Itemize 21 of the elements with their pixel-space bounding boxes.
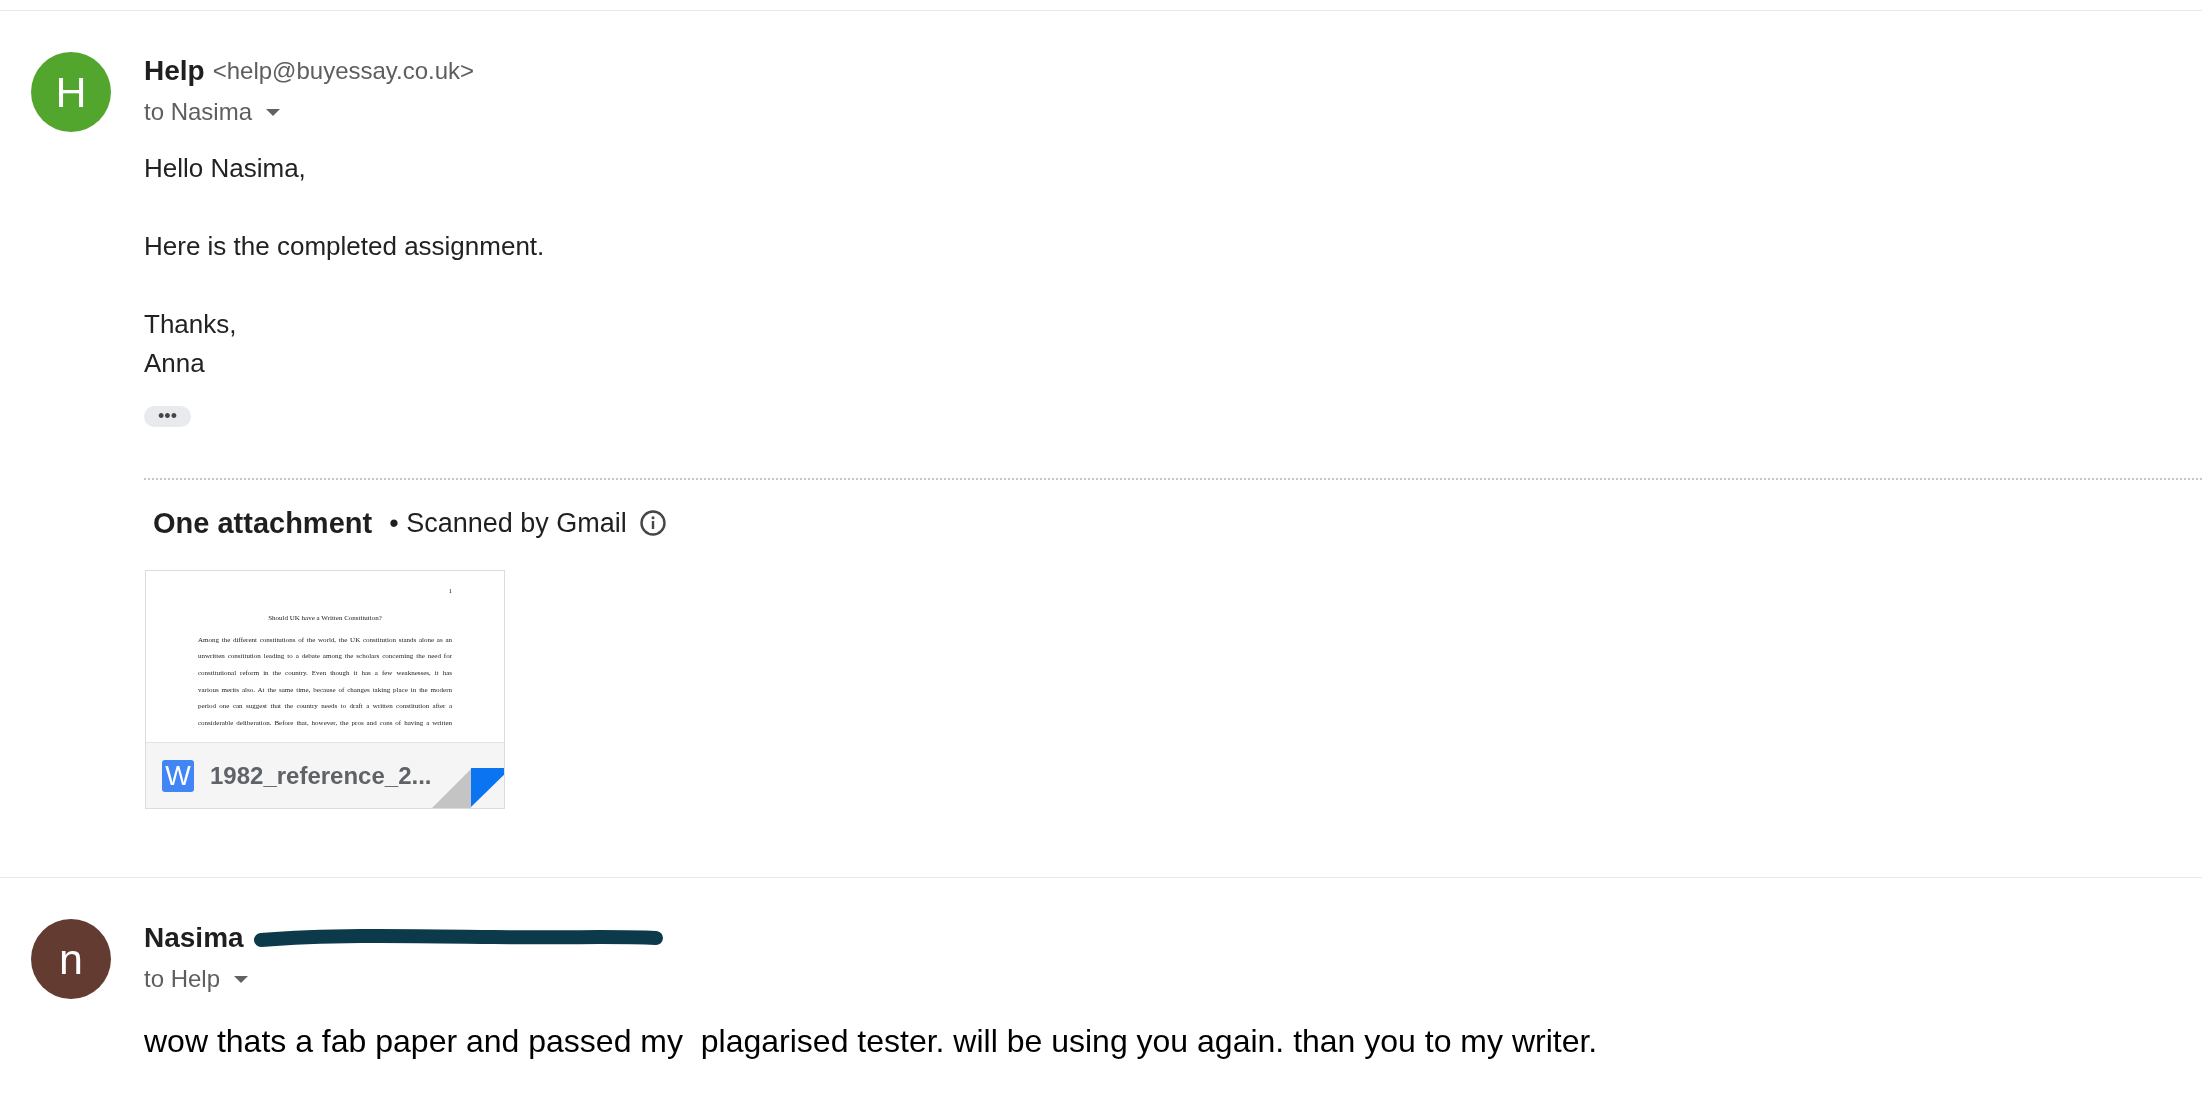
message-paragraph: Here is the completed assignment. xyxy=(144,229,546,263)
info-icon[interactable] xyxy=(639,510,666,536)
scan-note: • Scanned by Gmail xyxy=(389,507,627,539)
sender-name: Nasima xyxy=(144,921,244,955)
attachment-filename: 1982_reference_2... xyxy=(210,761,432,790)
show-trimmed-button[interactable]: ••• xyxy=(144,406,191,427)
recipient-details-button[interactable]: to Help xyxy=(144,962,249,996)
message-paragraph: Hello Nasima, xyxy=(144,151,307,185)
caret-icon xyxy=(266,108,281,116)
page-corner-icon xyxy=(431,768,504,808)
caret-icon xyxy=(234,975,249,983)
attachment-card[interactable] xyxy=(145,570,505,809)
message-paragraph: wow thats a fab paper and passed my plagarised tester. will be using you again. than you to my writer. xyxy=(144,1021,1599,1061)
recipient-details-button[interactable]: to Nasima xyxy=(144,95,281,129)
sender-email: <help@buyessay.co.uk> xyxy=(212,56,475,86)
sender-name: Help xyxy=(144,54,205,88)
avatar: n xyxy=(31,919,111,999)
attachment-heading: One attachment xyxy=(153,506,373,540)
document-file-icon: W xyxy=(162,759,194,792)
avatar: H xyxy=(31,52,111,132)
message-paragraph: Thanks, Anna xyxy=(144,307,238,380)
